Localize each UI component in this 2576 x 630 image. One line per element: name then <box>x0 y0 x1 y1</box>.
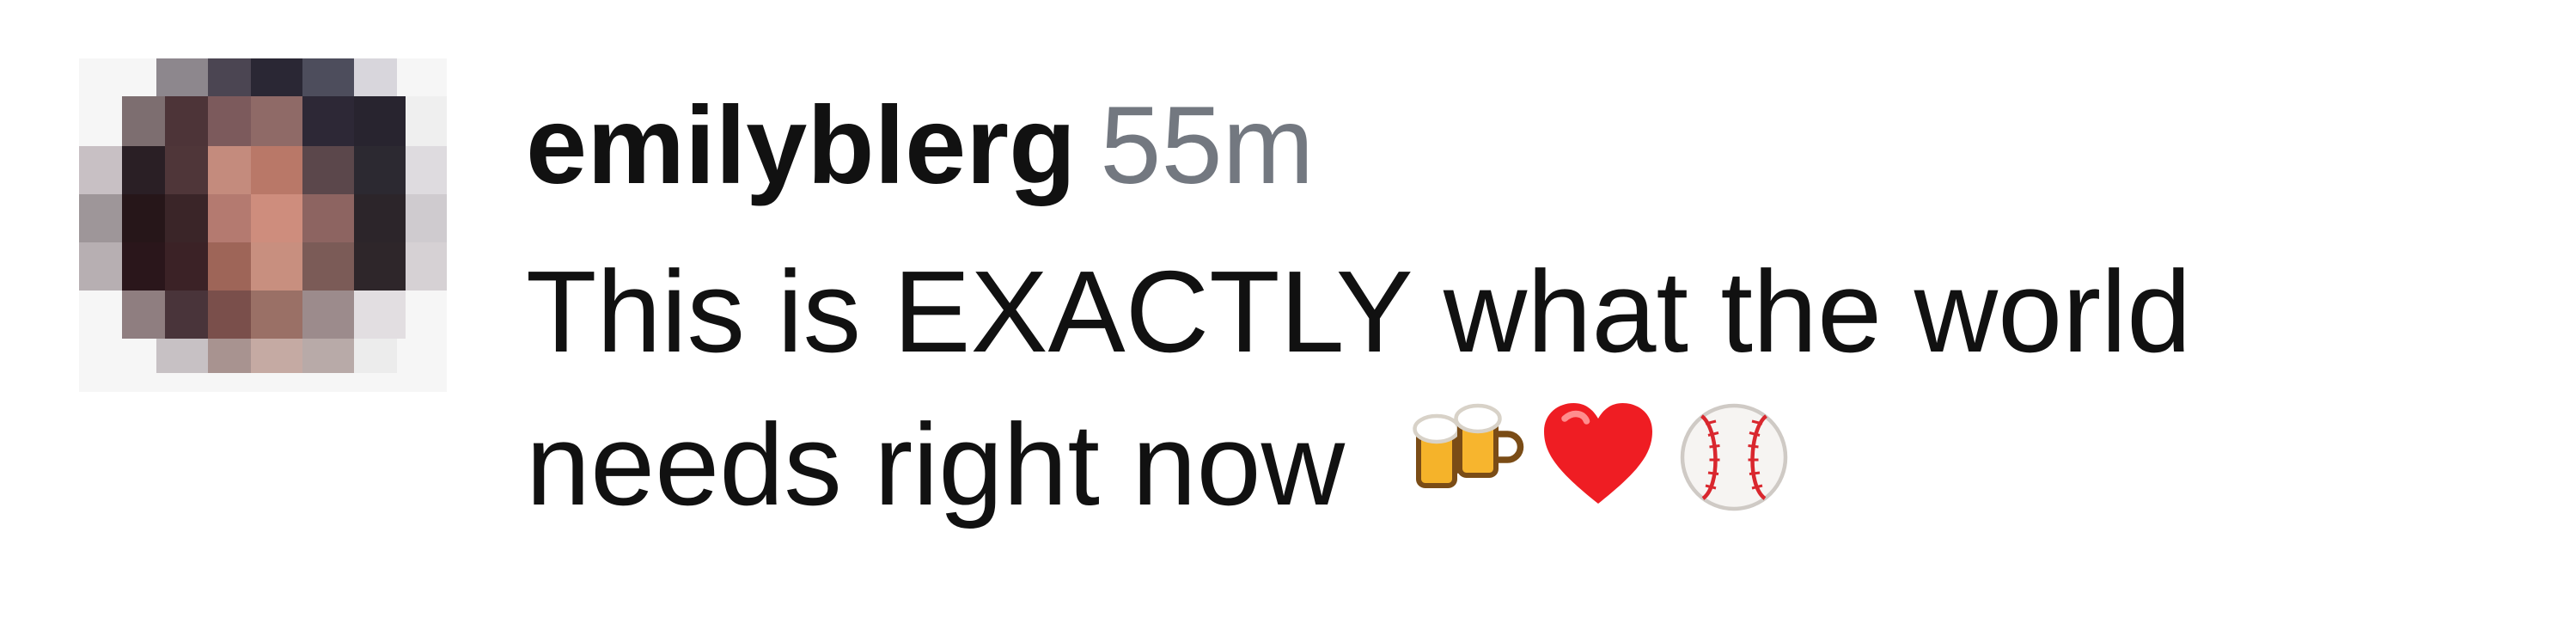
comment-text: This is EXACTLY what the world needs rig… <box>526 235 2502 541</box>
beer-mugs-icon <box>1398 393 1527 522</box>
username[interactable]: emilyblerg <box>526 84 1076 207</box>
red-heart-icon <box>1534 393 1663 522</box>
comment: emilyblerg 55m This is EXACTLY what the w… <box>0 0 2576 630</box>
baseball-icon <box>1670 393 1798 522</box>
timestamp[interactable]: 55m <box>1100 84 1314 207</box>
avatar[interactable] <box>79 58 447 392</box>
comment-header: emilyblerg 55m <box>526 83 2502 210</box>
comment-text-line-2: needs right now <box>526 388 2502 541</box>
comment-body: emilyblerg 55m This is EXACTLY what the w… <box>526 83 2502 541</box>
comment-text-line-2-text: needs right now <box>526 400 1346 529</box>
comment-text-line-1: This is EXACTLY what the world <box>526 247 2192 376</box>
emoji-row <box>1398 393 1798 522</box>
